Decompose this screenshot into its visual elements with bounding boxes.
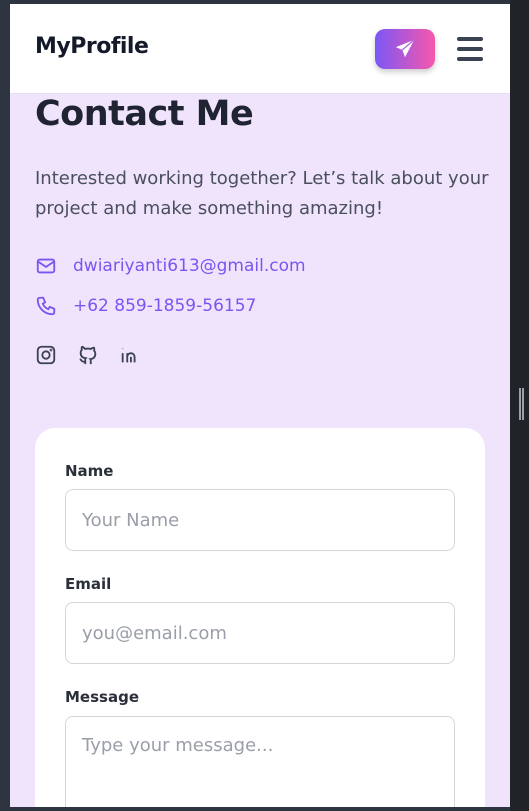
paper-plane-icon [395,39,415,58]
github-icon[interactable] [77,344,99,366]
page: MyProfile Contact Me Interested working … [10,4,510,807]
name-label: Name [65,462,114,480]
page-title: Contact Me [35,94,254,134]
instagram-icon[interactable] [35,344,57,366]
email-row[interactable]: dwiariyanti613@gmail.com [35,255,306,277]
social-links [35,344,141,366]
phone-icon [36,296,56,316]
send-button[interactable] [375,29,435,69]
email-label: Email [65,575,112,593]
mail-icon [36,258,56,274]
name-input[interactable]: Your Name [65,489,455,551]
intro-text: Interested working together? Let’s talk … [35,168,489,219]
resize-handle[interactable] [519,388,524,420]
message-textarea[interactable]: Type your message... [65,716,455,807]
phone-row[interactable]: +62 859-1859-56157 [35,295,256,317]
contact-form: Name Your Name Email you@email.com Messa… [35,428,485,807]
email-link[interactable]: dwiariyanti613@gmail.com [73,256,306,276]
linkedin-icon[interactable] [119,344,141,366]
header: MyProfile [10,4,510,94]
email-input[interactable]: you@email.com [65,602,455,664]
message-label: Message [65,688,139,706]
hamburger-icon[interactable] [457,37,483,61]
logo[interactable]: MyProfile [35,34,149,59]
phone-link[interactable]: +62 859-1859-56157 [73,296,256,316]
